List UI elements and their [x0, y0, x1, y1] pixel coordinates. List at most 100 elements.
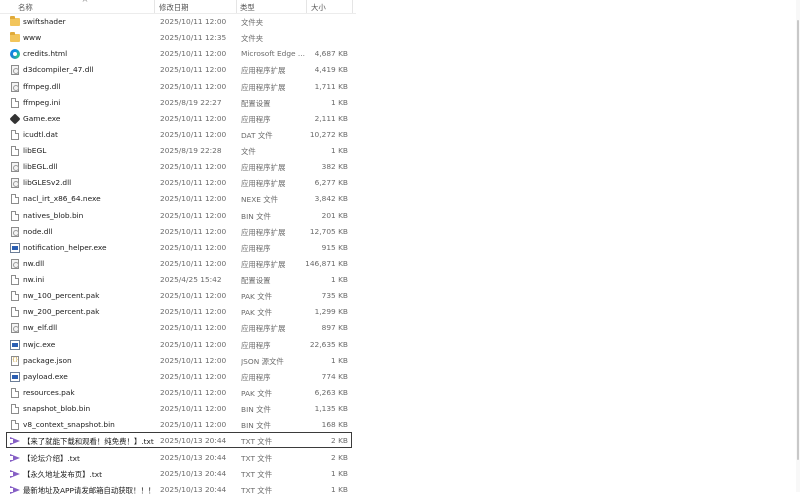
column-divider[interactable] — [306, 0, 307, 13]
file-row[interactable]: ffmpeg.ini 2025/8/19 22:27 配置设置 1 KB — [6, 94, 352, 110]
file-icon — [11, 194, 19, 205]
file-row[interactable]: 【永久地址发布页】.txt 2025/10/13 20:44 TXT 文件 1 KB — [6, 465, 352, 481]
file-row[interactable]: Game.exe 2025/10/11 12:00 应用程序 2,111 KB — [6, 110, 352, 126]
file-row[interactable]: nw_200_percent.pak 2025/10/11 12:00 PAK 文件… — [6, 303, 352, 319]
visual-studio-icon — [10, 469, 20, 479]
file-type: 应用程序扩展 — [241, 324, 286, 334]
sort-ascending-icon[interactable]: ^ — [80, 0, 90, 7]
file-icon — [11, 146, 19, 157]
file-name: 【永久地址发布页】.txt — [23, 469, 103, 479]
file-type: PAK 文件 — [241, 388, 273, 398]
file-row[interactable]: www 2025/10/11 12:35 文件夹 — [6, 29, 352, 45]
file-row[interactable]: d3dcompiler_47.dll 2025/10/11 12:00 应用程序扩展… — [6, 61, 352, 77]
file-name: natives_blob.bin — [23, 210, 84, 220]
file-row[interactable]: nw.ini 2025/4/25 15:42 配置设置 1 KB — [6, 271, 352, 287]
file-size: 12,705 KB — [309, 226, 348, 236]
file-name: nw_100_percent.pak — [23, 291, 100, 301]
file-modified-date: 2025/10/11 12:00 — [160, 113, 227, 123]
file-type: NEXE 文件 — [241, 195, 279, 205]
column-divider[interactable] — [352, 0, 353, 13]
column-header-name[interactable]: 名称 — [18, 2, 33, 13]
file-row[interactable]: nwjc.exe 2025/10/11 12:00 应用程序 22,635 KB — [6, 336, 352, 352]
file-row[interactable]: libEGL.dll 2025/10/11 12:00 应用程序扩展 382 KB — [6, 158, 352, 174]
file-modified-date: 2025/10/11 12:00 — [160, 258, 227, 268]
file-name: package.json — [23, 355, 72, 365]
column-header-type[interactable]: 类型 — [240, 2, 255, 13]
visual-studio-icon — [10, 436, 20, 446]
file-name: snapshot_blob.bin — [23, 404, 91, 414]
file-modified-date: 2025/10/13 20:44 — [160, 484, 227, 494]
exe-icon — [10, 371, 20, 382]
column-divider[interactable] — [236, 0, 237, 13]
file-row[interactable]: nw.dll 2025/10/11 12:00 应用程序扩展 146,871 KB — [6, 255, 352, 271]
file-row[interactable]: snapshot_blob.bin 2025/10/11 12:00 BIN 文件 1… — [6, 400, 352, 416]
file-modified-date: 2025/10/11 12:00 — [160, 420, 227, 430]
file-name: 【来了就能下载和观看！纯免费！】.txt — [23, 437, 154, 447]
ini-file-icon — [11, 275, 19, 286]
file-row[interactable]: libEGL 2025/8/19 22:28 文件 1 KB — [6, 142, 352, 158]
file-row[interactable]: ffmpeg.dll 2025/10/11 12:00 应用程序扩展 1,711 KB — [6, 78, 352, 94]
file-name: libEGL — [23, 146, 47, 156]
file-icon — [11, 404, 19, 415]
file-row[interactable]: natives_blob.bin 2025/10/11 12:00 BIN 文件 20… — [6, 207, 352, 223]
file-size: 1 KB — [331, 97, 348, 107]
file-name: www — [23, 33, 42, 43]
file-size: 6,263 KB — [314, 387, 348, 397]
file-row[interactable]: 【来了就能下载和观看！纯免费！】.txt 2025/10/13 20:44 TXT … — [6, 432, 352, 449]
file-modified-date: 2025/10/11 12:00 — [160, 129, 227, 139]
file-type: TXT 文件 — [241, 437, 273, 447]
file-name: node.dll — [23, 226, 53, 236]
file-row[interactable]: swiftshader 2025/10/11 12:00 文件夹 — [6, 13, 352, 29]
file-name: Game.exe — [23, 113, 61, 123]
file-row[interactable]: package.json 2025/10/11 12:00 JSON 源文件 1 KB — [6, 352, 352, 368]
file-name: nw.dll — [23, 258, 45, 268]
file-type: 文件 — [241, 147, 256, 157]
file-row[interactable]: nw_elf.dll 2025/10/11 12:00 应用程序扩展 897 KB — [6, 319, 352, 335]
file-type: 配置设置 — [241, 98, 271, 108]
ini-file-icon — [11, 97, 19, 108]
file-row[interactable]: v8_context_snapshot.bin 2025/10/11 12:00 B… — [6, 416, 352, 432]
visual-studio-icon — [10, 485, 20, 495]
column-divider[interactable] — [154, 0, 155, 13]
file-size: 1,135 KB — [314, 404, 348, 414]
file-row[interactable]: credits.html 2025/10/11 12:00 Microsoft Ed… — [6, 45, 352, 61]
file-row[interactable]: nw_100_percent.pak 2025/10/11 12:00 PAK 文件… — [6, 287, 352, 303]
column-header-size[interactable]: 大小 — [311, 2, 326, 13]
file-row[interactable]: nacl_irt_x86_64.nexe 2025/10/11 12:00 NEXE… — [6, 190, 352, 206]
file-modified-date: 2025/8/19 22:28 — [160, 146, 222, 156]
file-type: TXT 文件 — [241, 453, 273, 463]
vertical-scrollbar[interactable] — [796, 0, 800, 492]
file-name: v8_context_snapshot.bin — [23, 420, 115, 430]
file-size: 1 KB — [331, 355, 348, 365]
file-modified-date: 2025/4/25 15:42 — [160, 275, 222, 285]
file-size: 168 KB — [321, 420, 348, 430]
file-modified-date: 2025/10/11 12:00 — [160, 162, 227, 172]
file-row[interactable]: node.dll 2025/10/11 12:00 应用程序扩展 12,705 KB — [6, 223, 352, 239]
file-name: 最新地址及APP请发邮箱自动获取！！！ ... — [23, 485, 158, 495]
file-size: 1 KB — [331, 275, 348, 285]
file-name: nw.ini — [23, 275, 45, 285]
file-row[interactable]: libGLESv2.dll 2025/10/11 12:00 应用程序扩展 6,277… — [6, 174, 352, 190]
file-row[interactable]: resources.pak 2025/10/11 12:00 PAK 文件 6,263… — [6, 384, 352, 400]
file-size: 22,635 KB — [309, 339, 348, 349]
column-header-modified[interactable]: 修改日期 — [159, 2, 189, 13]
file-row[interactable]: 【论坛介绍】.txt 2025/10/13 20:44 TXT 文件 2 KB — [6, 449, 352, 465]
file-name: d3dcompiler_47.dll — [23, 65, 94, 75]
file-icon — [11, 420, 19, 431]
file-modified-date: 2025/10/11 12:00 — [160, 65, 227, 75]
file-type: Microsoft Edge ... — [241, 49, 305, 59]
file-name: swiftshader — [23, 17, 66, 26]
scrollbar-thumb[interactable] — [797, 20, 799, 460]
file-name: nw_200_percent.pak — [23, 307, 100, 317]
file-size: 2 KB — [331, 452, 348, 462]
dll-icon — [11, 162, 19, 173]
file-row[interactable]: payload.exe 2025/10/11 12:00 应用程序 774 KB — [6, 368, 352, 384]
file-row[interactable]: icudtl.dat 2025/10/11 12:00 DAT 文件 10,272 K… — [6, 126, 352, 142]
dll-icon — [11, 323, 19, 334]
file-row[interactable]: 最新地址及APP请发邮箱自动获取！！！ ... 2025/10/13 20:44 T… — [6, 481, 352, 497]
file-modified-date: 2025/10/11 12:00 — [160, 355, 227, 365]
file-size: 897 KB — [321, 323, 348, 333]
file-row[interactable]: notification_helper.exe 2025/10/11 12:00 应… — [6, 239, 352, 255]
file-modified-date: 2025/10/13 20:44 — [160, 436, 227, 446]
file-name: nwjc.exe — [23, 339, 56, 349]
